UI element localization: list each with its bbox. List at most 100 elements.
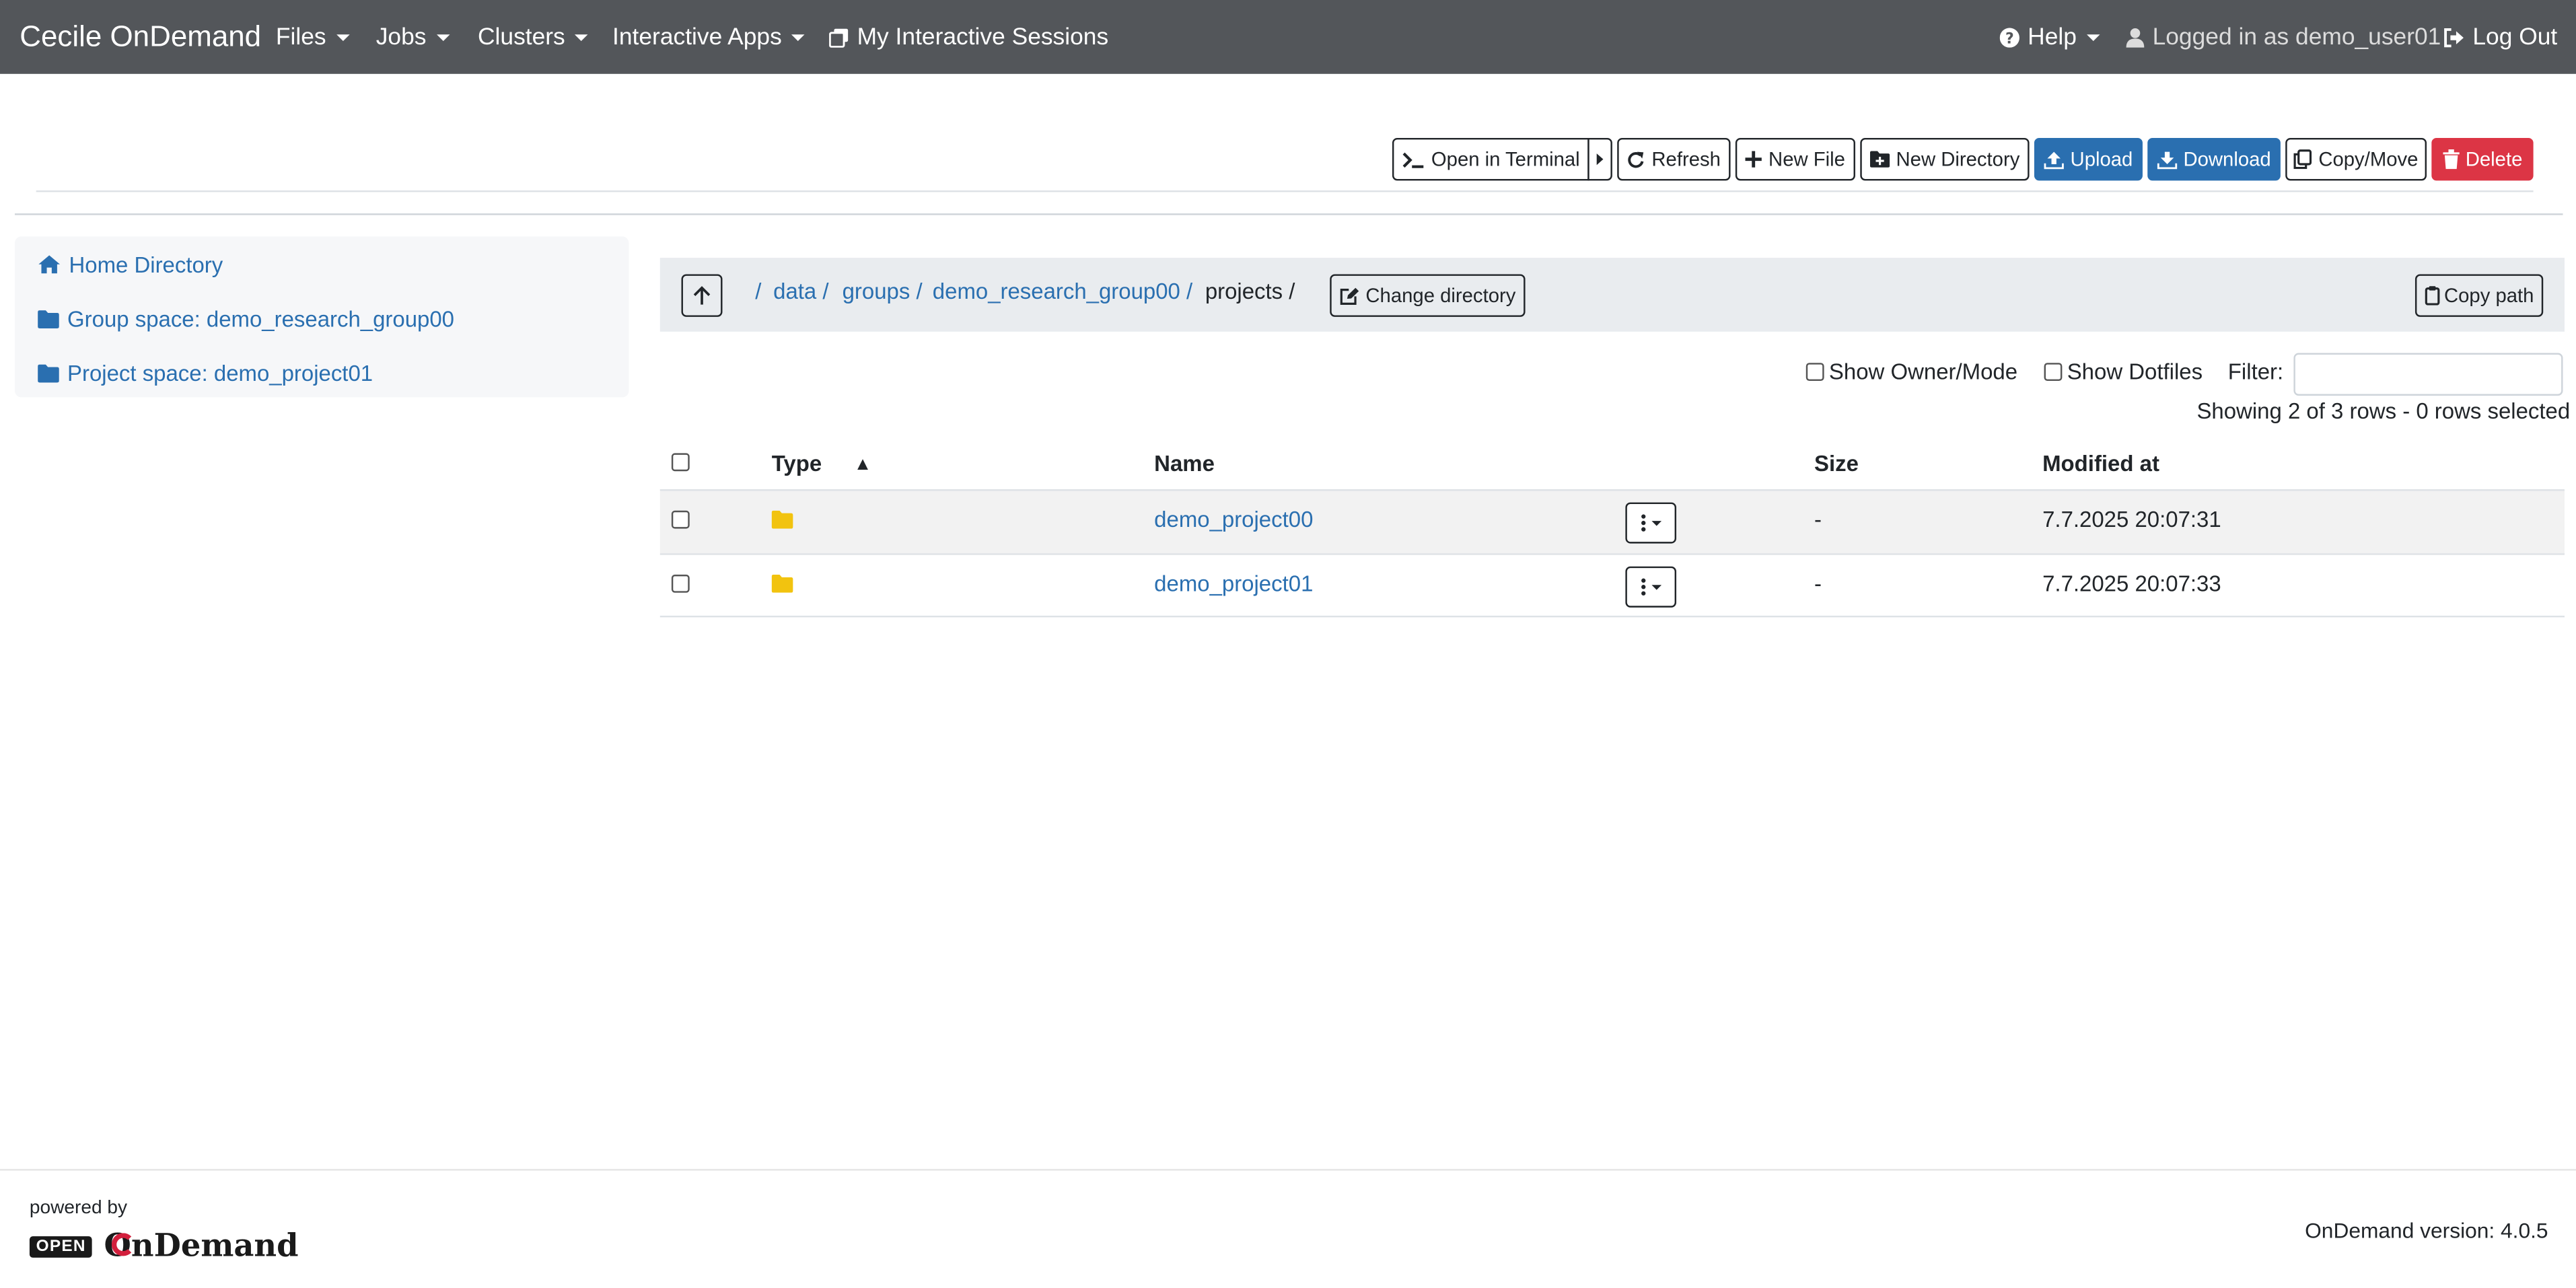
menu-help-label: Help [2028,24,2077,50]
sidebar-item-home[interactable]: Home Directory [38,248,223,281]
copy-move-button[interactable]: Copy/Move [2285,137,2427,181]
clipboard-icon [2424,286,2439,306]
rows-summary: Showing 2 of 3 rows - 0 rows selected [2196,398,2571,424]
header-divider [14,213,2563,215]
show-owner-mode-toggle[interactable]: Show Owner/Mode [1805,359,2018,384]
column-header-type[interactable]: Type [772,452,822,476]
row-actions-button[interactable] [1625,566,1677,608]
download-label: Download [2183,147,2271,171]
brand-link[interactable]: Cecile OnDemand [20,0,261,74]
menu-help[interactable]: ? Help [1999,0,2100,74]
toolbar-divider [36,190,2534,192]
delete-button[interactable]: Delete [2431,137,2534,181]
caret-down-icon [336,34,349,40]
menu-clusters-label: Clusters [477,24,565,50]
filter-input[interactable] [2293,353,2563,396]
caret-down-icon [2086,34,2100,40]
favorites-sidebar: Home Directory Group space: demo_researc… [14,236,629,398]
open-in-terminal-label: Open in Terminal [1431,147,1580,171]
file-size: - [1814,571,1822,596]
copy-path-label: Copy path [2443,284,2534,308]
breadcrumb-demo-research-group[interactable]: demo_research_group00 / [933,279,1192,304]
sidebar-item-group-space[interactable]: Group space: demo_research_group00 [38,302,454,335]
my-interactive-sessions-link[interactable]: My Interactive Sessions [829,0,1108,74]
show-dotfiles-toggle[interactable]: Show Dotfiles [2044,359,2203,384]
version-label: OnDemand version: 4.0.5 [2305,1218,2548,1243]
sidebar-item-project-space-label: Project space: demo_project01 [67,360,373,386]
folder-icon [771,510,793,529]
breadcrumb-root[interactable]: / [755,279,761,304]
new-file-label: New File [1768,147,1845,171]
upload-label: Upload [2070,147,2133,171]
menu-interactive-apps[interactable]: Interactive Apps [612,0,805,74]
sidebar-item-group-space-label: Group space: demo_research_group00 [67,306,454,331]
breadcrumb-groups[interactable]: groups / [843,279,923,304]
menu-clusters[interactable]: Clusters [478,0,588,74]
menu-jobs-label: Jobs [375,24,427,50]
sidebar-item-project-space[interactable]: Project space: demo_project01 [38,356,373,389]
breadcrumb-data[interactable]: data / [773,279,828,304]
table-row[interactable]: demo_project01 - 7.7.2025 20:07:33 [659,553,2565,618]
caret-down-icon [436,34,450,40]
new-directory-button[interactable]: New Directory [1860,137,2030,181]
footer: powered by OPEN OnDemand OnDemand versio… [0,1169,2576,1287]
delete-label: Delete [2465,147,2523,171]
upload-button[interactable]: Upload [2034,137,2143,181]
powered-by-label: powered by [29,1198,128,1219]
folder-icon [771,574,793,593]
sidebar-item-home-label: Home Directory [69,252,223,277]
copy-path-button[interactable]: Copy path [2414,274,2544,317]
sort-ascending-icon: ▲ [853,454,872,475]
folder-icon [38,363,59,382]
logout-link[interactable]: Log Out [2443,0,2557,74]
change-directory-label: Change directory [1365,284,1516,308]
column-header-modified[interactable]: Modified at [2042,452,2159,476]
row-checkbox[interactable] [671,574,690,593]
ellipsis-vertical-icon [1639,578,1662,596]
caret-down-icon [791,34,805,40]
refresh-button[interactable]: Refresh [1617,137,1731,181]
menu-jobs[interactable]: Jobs [376,0,450,74]
logo-open-badge: OPEN [29,1235,93,1257]
folder-icon [38,309,59,328]
column-header-name[interactable]: Name [1154,452,1215,476]
change-directory-button[interactable]: Change directory [1330,274,1526,317]
filter-label: Filter: [2227,359,2284,384]
table-row[interactable]: demo_project00 - 7.7.2025 20:07:31 [659,489,2565,554]
arrow-up-icon [693,286,711,306]
user-indicator: Logged in as demo_user01 [2126,0,2441,74]
sign-out-icon [2443,27,2464,47]
copy-icon [2293,149,2312,170]
file-modified: 7.7.2025 20:07:31 [2042,507,2221,532]
upload-icon [2044,150,2064,169]
svg-text:?: ? [2005,30,2014,46]
edit-icon [1339,287,1359,305]
parent-directory-button[interactable] [681,274,723,317]
open-in-terminal-button[interactable]: Open in Terminal [1392,137,1589,181]
navbar: Cecile OnDemand Files Jobs Clusters Inte… [0,0,2576,74]
file-name-link[interactable]: demo_project00 [1154,507,1313,532]
file-name-link[interactable]: demo_project01 [1154,571,1313,596]
ondemand-logo: OPEN OnDemand [29,1228,299,1264]
terminal-icon [1402,150,1425,168]
plus-icon [1745,151,1762,168]
select-all-checkbox[interactable] [671,453,690,472]
path-bar: / data / groups / demo_research_group00 … [659,258,2565,332]
logo-mark-icon [111,1233,135,1256]
menu-files-label: Files [275,24,326,50]
show-owner-mode-label: Show Owner/Mode [1828,359,2018,384]
caret-right-icon [1596,153,1604,166]
sessions-label: My Interactive Sessions [857,24,1109,50]
menu-files[interactable]: Files [276,0,349,74]
row-checkbox[interactable] [671,510,690,529]
show-dotfiles-checkbox[interactable] [2044,363,2063,382]
row-actions-button[interactable] [1625,502,1677,544]
column-header-size[interactable]: Size [1814,452,1859,476]
show-dotfiles-label: Show Dotfiles [2067,359,2203,384]
download-icon [2157,150,2177,169]
show-owner-mode-checkbox[interactable] [1805,363,1824,382]
file-size: - [1814,507,1822,532]
terminal-dropdown-toggle[interactable] [1587,137,1612,181]
download-button[interactable]: Download [2147,137,2281,181]
new-file-button[interactable]: New File [1735,137,1855,181]
